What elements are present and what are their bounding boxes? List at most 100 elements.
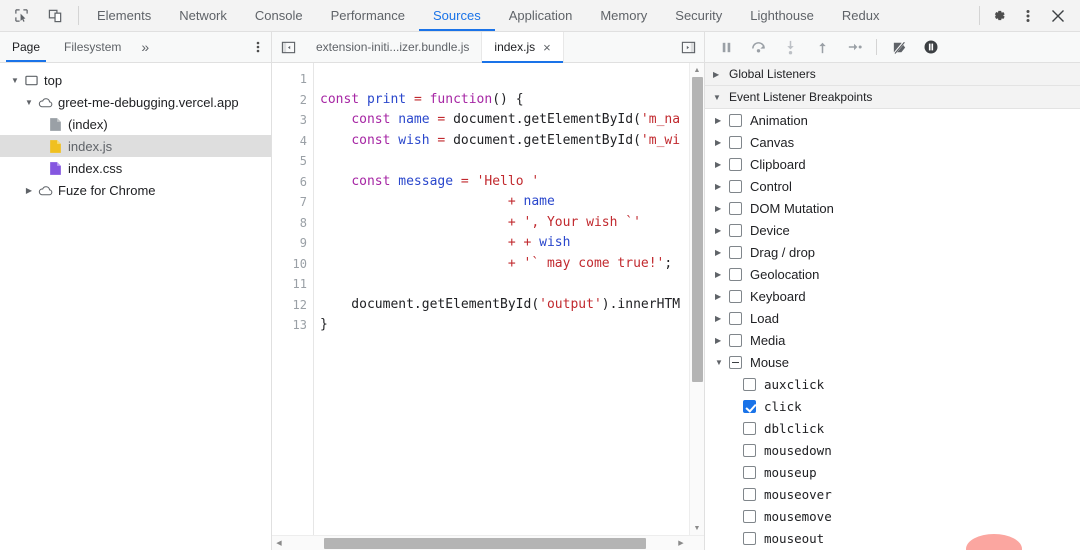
code-editor[interactable]: 1 2 3 4 5 6 7 8 9 10 11 12 13 const prin… — [272, 63, 704, 535]
tab-application[interactable]: Application — [495, 0, 587, 31]
tab-memory[interactable]: Memory — [586, 0, 661, 31]
event-category-canvas[interactable]: ▶ Canvas — [705, 131, 1080, 153]
tab-sources[interactable]: Sources — [419, 0, 495, 31]
checkbox-media[interactable] — [729, 333, 742, 347]
checkbox-control[interactable] — [729, 179, 742, 193]
chevron-right-icon[interactable]: ▶ — [715, 292, 729, 301]
chevron-right-icon[interactable]: ▶ — [713, 70, 723, 79]
tab-redux[interactable]: Redux — [828, 0, 894, 31]
scroll-up-icon[interactable]: ▲ — [690, 63, 704, 77]
editor-horizontal-scrollbar[interactable]: ◀ ▶ — [272, 535, 704, 550]
section-global-listeners[interactable]: ▶ Global Listeners — [705, 63, 1080, 86]
device-toolbar-icon[interactable] — [42, 4, 68, 28]
chevron-down-icon[interactable]: ▼ — [713, 93, 723, 102]
tab-lighthouse[interactable]: Lighthouse — [736, 0, 828, 31]
chevron-right-icon[interactable]: ▶ — [715, 116, 729, 125]
pause-button[interactable] — [711, 34, 741, 60]
chevron-right-icon[interactable]: ▶ — [715, 182, 729, 191]
tab-performance[interactable]: Performance — [317, 0, 419, 31]
navigator-tab-filesystem[interactable]: Filesystem — [52, 32, 133, 62]
tab-elements[interactable]: Elements — [83, 0, 165, 31]
deactivate-breakpoints-button[interactable] — [884, 34, 914, 60]
event-category-device[interactable]: ▶ Device — [705, 219, 1080, 241]
inspect-element-icon[interactable] — [8, 4, 34, 28]
checkbox-mouseup[interactable] — [743, 465, 756, 479]
event-category-geolocation[interactable]: ▶ Geolocation — [705, 263, 1080, 285]
navigator-tab-page[interactable]: Page — [0, 32, 52, 62]
code-content[interactable]: const print = function() { const name = … — [314, 63, 704, 535]
checkbox-mouse[interactable] — [729, 355, 742, 369]
tab-console[interactable]: Console — [241, 0, 317, 31]
pause-on-exceptions-button[interactable] — [916, 34, 946, 60]
checkbox-drag-drop[interactable] — [729, 245, 742, 259]
chevron-down-icon[interactable]: ▼ — [22, 98, 36, 107]
scroll-right-icon[interactable]: ▶ — [674, 539, 688, 547]
step-button[interactable] — [839, 34, 869, 60]
checkbox-mousemove[interactable] — [743, 509, 756, 523]
chevron-right-icon[interactable]: ▶ — [22, 186, 36, 195]
show-debugger-icon[interactable] — [672, 32, 704, 62]
tab-network[interactable]: Network — [165, 0, 241, 31]
show-navigator-icon[interactable] — [272, 32, 304, 62]
tree-item-index-doc[interactable]: (index) — [0, 113, 271, 135]
step-over-button[interactable] — [743, 34, 773, 60]
navigator-more-tabs-icon[interactable]: » — [133, 32, 157, 62]
chevron-down-icon[interactable]: ▼ — [715, 358, 729, 367]
chevron-right-icon[interactable]: ▶ — [715, 226, 729, 235]
checkbox-load[interactable] — [729, 311, 742, 325]
vertical-scrollbar-thumb[interactable] — [692, 77, 703, 382]
checkbox-mouseout[interactable] — [743, 531, 756, 545]
chevron-right-icon[interactable]: ▶ — [715, 160, 729, 169]
chevron-right-icon[interactable]: ▶ — [715, 138, 729, 147]
checkbox-clipboard[interactable] — [729, 157, 742, 171]
event-item-mousemove[interactable]: mousemove — [705, 505, 1080, 527]
event-category-mouse[interactable]: ▼ Mouse — [705, 351, 1080, 373]
checkbox-dom-mutation[interactable] — [729, 201, 742, 215]
kebab-menu-icon[interactable] — [1014, 4, 1042, 28]
editor-tab-extension-bundle[interactable]: extension-initi...izer.bundle.js — [304, 32, 483, 62]
scroll-down-icon[interactable]: ▼ — [690, 521, 704, 535]
event-category-dom-mutation[interactable]: ▶ DOM Mutation — [705, 197, 1080, 219]
event-item-mouseup[interactable]: mouseup — [705, 461, 1080, 483]
checkbox-mouseover[interactable] — [743, 487, 756, 501]
event-item-mouseover[interactable]: mouseover — [705, 483, 1080, 505]
gear-icon[interactable] — [984, 4, 1012, 28]
tree-item-index-js[interactable]: index.js — [0, 135, 271, 157]
editor-tab-index-js[interactable]: index.js × — [482, 32, 564, 63]
event-category-media[interactable]: ▶ Media — [705, 329, 1080, 351]
tree-item-index-css[interactable]: index.css — [0, 157, 271, 179]
event-item-mouseout[interactable]: mouseout — [705, 527, 1080, 549]
tree-item-fuze-for-chrome[interactable]: ▶ Fuze for Chrome — [0, 179, 271, 201]
event-category-keyboard[interactable]: ▶ Keyboard — [705, 285, 1080, 307]
checkbox-dblclick[interactable] — [743, 421, 756, 435]
event-category-load[interactable]: ▶ Load — [705, 307, 1080, 329]
event-item-click[interactable]: click — [705, 395, 1080, 417]
event-category-control[interactable]: ▶ Control — [705, 175, 1080, 197]
tab-security[interactable]: Security — [661, 0, 736, 31]
checkbox-click[interactable] — [743, 399, 756, 413]
event-item-auxclick[interactable]: auxclick — [705, 373, 1080, 395]
step-into-button[interactable] — [775, 34, 805, 60]
section-event-listener-breakpoints[interactable]: ▼ Event Listener Breakpoints — [705, 86, 1080, 109]
close-icon[interactable] — [1044, 4, 1072, 28]
editor-vertical-scrollbar[interactable]: ▲ ▼ — [689, 63, 704, 535]
checkbox-keyboard[interactable] — [729, 289, 742, 303]
checkbox-device[interactable] — [729, 223, 742, 237]
event-item-mousedown[interactable]: mousedown — [705, 439, 1080, 461]
chevron-right-icon[interactable]: ▶ — [715, 248, 729, 257]
chevron-right-icon[interactable]: ▶ — [715, 314, 729, 323]
horizontal-scrollbar-thumb[interactable] — [324, 538, 646, 549]
scroll-left-icon[interactable]: ◀ — [272, 539, 286, 547]
tree-item-top[interactable]: ▼ top — [0, 69, 271, 91]
chevron-right-icon[interactable]: ▶ — [715, 336, 729, 345]
step-out-button[interactable] — [807, 34, 837, 60]
checkbox-mousedown[interactable] — [743, 443, 756, 457]
chevron-right-icon[interactable]: ▶ — [715, 204, 729, 213]
event-item-dblclick[interactable]: dblclick — [705, 417, 1080, 439]
checkbox-animation[interactable] — [729, 113, 742, 127]
navigator-kebab-icon[interactable] — [245, 32, 271, 62]
tree-item-origin[interactable]: ▼ greet-me-debugging.vercel.app — [0, 91, 271, 113]
checkbox-canvas[interactable] — [729, 135, 742, 149]
event-category-clipboard[interactable]: ▶ Clipboard — [705, 153, 1080, 175]
checkbox-geolocation[interactable] — [729, 267, 742, 281]
